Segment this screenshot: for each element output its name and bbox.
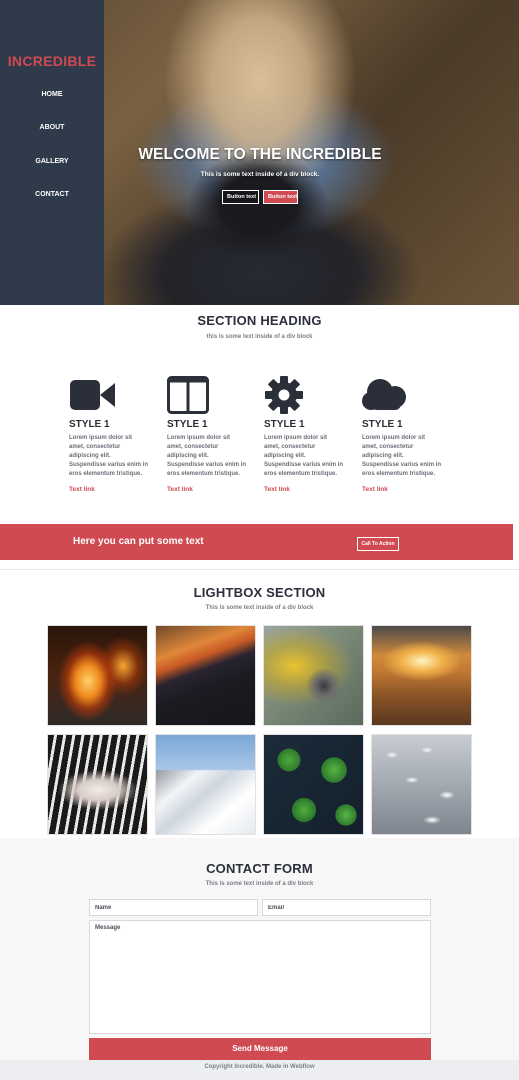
feature-card: STYLE 1 Lorem ipsum dolor sit amet, cons… bbox=[167, 376, 247, 493]
nav-item-gallery[interactable]: GALLERY bbox=[0, 158, 104, 165]
hero-button-secondary[interactable]: Button text bbox=[263, 190, 298, 204]
feature-text: Lorem ipsum dolor sit amet, consectetur … bbox=[362, 435, 442, 477]
hero-button-primary[interactable]: Button text bbox=[222, 190, 259, 204]
feature-link[interactable]: Text link bbox=[264, 486, 290, 493]
feature-link[interactable]: Text link bbox=[167, 486, 193, 493]
hero-section: INCREDIBLE HOME ABOUT GALLERY CONTACT WE… bbox=[0, 0, 519, 305]
name-input[interactable] bbox=[89, 899, 258, 916]
feature-card: STYLE 1 Lorem ipsum dolor sit amet, cons… bbox=[264, 376, 344, 493]
lightbox-thumbnail-sunset-silhouette[interactable] bbox=[155, 625, 256, 726]
footer-copyright: Copyright Incredible. Made in Webflow bbox=[204, 1064, 315, 1070]
lightbox-thumbnail-desert-car[interactable] bbox=[371, 625, 472, 726]
nav-item-home[interactable]: HOME bbox=[0, 91, 104, 98]
feature-text: Lorem ipsum dolor sit amet, consectetur … bbox=[264, 435, 344, 477]
nav-item-about[interactable]: ABOUT bbox=[0, 124, 104, 131]
feature-title: STYLE 1 bbox=[69, 419, 110, 430]
cloud-icon bbox=[362, 379, 406, 410]
send-message-button[interactable]: Send Message bbox=[89, 1038, 431, 1060]
brand-logo[interactable]: INCREDIBLE bbox=[0, 53, 104, 69]
lightbox-thumbnail-piano[interactable] bbox=[47, 734, 148, 835]
lightbox-subheading: This is some text inside of a div block bbox=[205, 605, 314, 611]
feature-title: STYLE 1 bbox=[362, 419, 403, 430]
hero-title: WELCOME TO THE INCREDIBLE bbox=[138, 146, 382, 163]
feature-card: STYLE 1 Lorem ipsum dolor sit amet, cons… bbox=[362, 376, 442, 493]
message-textarea[interactable] bbox=[89, 920, 431, 1034]
contact-heading: CONTACT FORM bbox=[206, 861, 313, 876]
cta-text: Here you can put some text bbox=[73, 536, 204, 547]
hero-subtitle: This is some text inside of a div block. bbox=[200, 171, 320, 178]
feature-title: STYLE 1 bbox=[264, 419, 305, 430]
cta-banner: Here you can put some text Call To Actio… bbox=[0, 524, 513, 560]
sidebar: INCREDIBLE HOME ABOUT GALLERY CONTACT bbox=[0, 0, 104, 305]
lightbox-thumbnail-leaves[interactable] bbox=[263, 734, 364, 835]
divider bbox=[0, 569, 519, 570]
feature-card: STYLE 1 Lorem ipsum dolor sit amet, cons… bbox=[69, 376, 149, 493]
columns-layout-icon bbox=[167, 376, 209, 414]
lightbox-thumbnail-bicycle[interactable] bbox=[263, 625, 364, 726]
feature-link[interactable]: Text link bbox=[362, 486, 388, 493]
feature-link[interactable]: Text link bbox=[69, 486, 95, 493]
contact-subheading: This is some text inside of a div block bbox=[205, 881, 314, 887]
feature-text: Lorem ipsum dolor sit amet, consectetur … bbox=[167, 435, 247, 477]
gear-icon bbox=[265, 376, 303, 414]
section-heading: SECTION HEADING bbox=[197, 313, 322, 328]
email-input[interactable] bbox=[262, 899, 431, 916]
feature-title: STYLE 1 bbox=[167, 419, 208, 430]
video-camera-icon bbox=[70, 380, 115, 410]
call-to-action-button[interactable]: Call To Action bbox=[357, 537, 399, 551]
lightbox-heading: LIGHTBOX SECTION bbox=[193, 585, 326, 600]
lightbox-thumbnail-mountains[interactable] bbox=[155, 734, 256, 835]
feature-text: Lorem ipsum dolor sit amet, consectetur … bbox=[69, 435, 149, 477]
lightbox-thumbnail-seagulls[interactable] bbox=[371, 734, 472, 835]
nav-item-contact[interactable]: CONTACT bbox=[0, 191, 104, 198]
footer: Copyright Incredible. Made in Webflow bbox=[0, 1060, 519, 1080]
lightbox-thumbnail-campfire[interactable] bbox=[47, 625, 148, 726]
section-subheading: this is some text inside of a div block bbox=[206, 334, 313, 340]
